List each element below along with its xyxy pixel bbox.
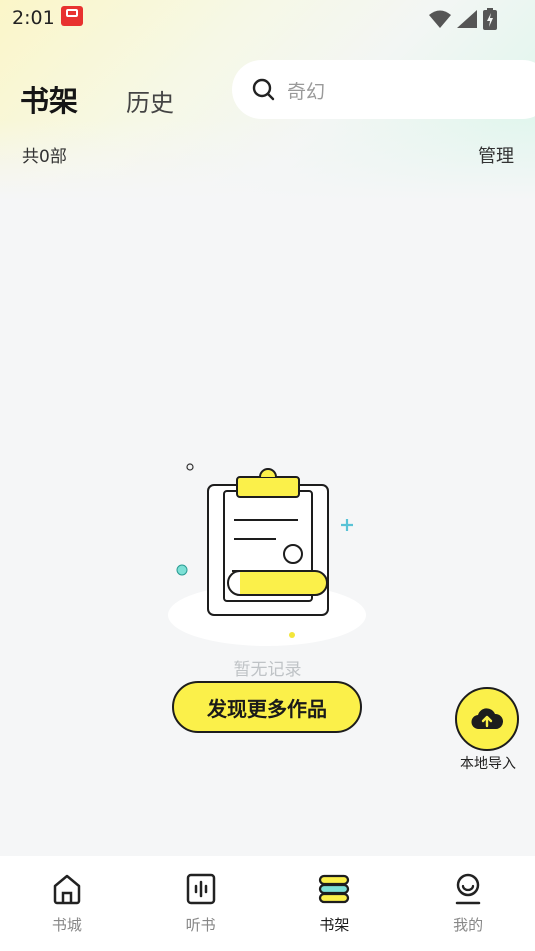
cellular-signal-icon bbox=[457, 10, 477, 28]
bottom-navigation: 书城 听书 书架 我的 bbox=[0, 856, 535, 951]
tab-history[interactable]: 历史 bbox=[126, 83, 174, 118]
book-count: 共0部 bbox=[22, 147, 67, 167]
app-notification-icon bbox=[61, 6, 83, 26]
nav-label-bookshelf: 书架 bbox=[319, 916, 350, 934]
battery-icon bbox=[483, 8, 497, 30]
empty-message: 暂无记录 bbox=[233, 660, 302, 680]
search-icon bbox=[252, 78, 275, 101]
home-icon bbox=[53, 874, 81, 905]
discover-more-button[interactable]: 发现更多作品 bbox=[172, 681, 362, 733]
nav-item-audiobook[interactable]: 听书 bbox=[134, 856, 268, 951]
local-import-button[interactable] bbox=[455, 687, 519, 751]
status-icons bbox=[429, 8, 497, 30]
search-bar[interactable]: 奇幻 bbox=[232, 60, 535, 119]
nav-label-audiobook: 听书 bbox=[185, 916, 216, 934]
wifi-icon bbox=[429, 10, 451, 28]
audio-icon bbox=[186, 873, 215, 905]
status-bar: 2:01 bbox=[0, 0, 535, 36]
bookshelf-icon bbox=[319, 874, 350, 904]
local-import-label: 本地导入 bbox=[460, 756, 516, 772]
nav-item-bookshelf[interactable]: 书架 bbox=[268, 856, 402, 951]
nav-item-bookstore[interactable]: 书城 bbox=[0, 856, 134, 951]
empty-clipboard-illustration bbox=[168, 463, 366, 646]
profile-icon bbox=[455, 873, 481, 905]
cloud-upload-icon bbox=[471, 708, 503, 730]
header-tabs: 书架 历史 bbox=[20, 78, 174, 120]
nav-label-profile: 我的 bbox=[453, 916, 484, 934]
status-time: 2:01 bbox=[12, 7, 55, 29]
nav-item-profile[interactable]: 我的 bbox=[401, 856, 535, 951]
manage-button[interactable]: 管理 bbox=[478, 142, 514, 168]
tab-bookshelf[interactable]: 书架 bbox=[20, 78, 78, 120]
nav-label-bookstore: 书城 bbox=[51, 916, 82, 934]
search-placeholder: 奇幻 bbox=[287, 81, 326, 103]
